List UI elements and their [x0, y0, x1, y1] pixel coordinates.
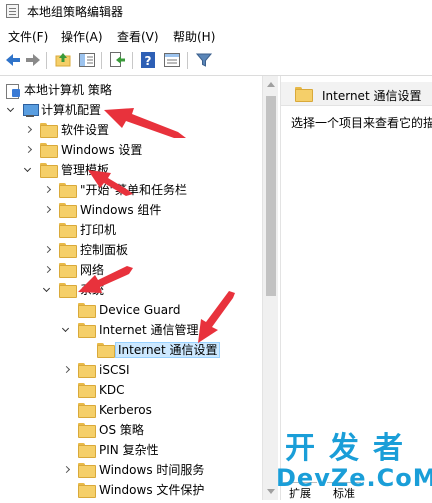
folder-icon — [40, 143, 58, 158]
tree-item-label: 管理模板 — [61, 163, 110, 177]
folder-icon — [59, 243, 77, 258]
title-bar: 本地组策略编辑器 — [0, 0, 432, 22]
tree-item-label: 计算机配置 — [41, 103, 102, 117]
window-title: 本地组策略编辑器 — [27, 5, 124, 19]
tree-item-label: 本地计算机 策略 — [24, 83, 112, 97]
folder-icon — [78, 303, 96, 318]
up-folder-icon[interactable] — [54, 51, 72, 69]
folder-icon — [78, 363, 96, 378]
watermark: 开发者 DevZe.CoM — [276, 431, 432, 494]
folder-icon — [78, 483, 96, 498]
tree-item-label: PIN 复杂性 — [99, 443, 159, 457]
chevron-down-icon[interactable] — [6, 105, 16, 115]
computer-icon — [22, 103, 39, 118]
chevron-right-icon[interactable] — [23, 125, 33, 135]
folder-icon — [40, 163, 58, 178]
folder-icon — [78, 383, 96, 398]
chevron-right-icon[interactable] — [42, 205, 52, 215]
toolbar: ? — [0, 49, 432, 73]
chevron-right-icon[interactable] — [42, 185, 52, 195]
folder-icon — [59, 203, 77, 218]
menu-view[interactable]: 查看(V) — [117, 28, 159, 45]
scroll-up-icon[interactable] — [267, 82, 275, 87]
chevron-right-icon[interactable] — [23, 145, 33, 155]
folder-icon — [78, 423, 96, 438]
forward-arrow-icon[interactable] — [24, 51, 42, 69]
folder-icon — [59, 183, 77, 198]
tree-item-label: Internet 通信管理 — [99, 323, 199, 337]
scroll-down-icon[interactable] — [267, 489, 275, 494]
show-hide-tree-icon[interactable] — [78, 51, 96, 69]
menu-help[interactable]: 帮助(H) — [173, 28, 215, 45]
menu-action[interactable]: 操作(A) — [61, 28, 103, 45]
tree-item-label: Device Guard — [99, 303, 181, 317]
tree-item-label: 软件设置 — [61, 123, 110, 137]
folder-icon — [78, 443, 96, 458]
folder-icon — [97, 343, 115, 358]
tree-item-label: Windows 文件保护 — [99, 483, 205, 497]
folder-icon — [59, 263, 77, 278]
folder-icon — [59, 223, 77, 238]
tree-item-label: 打印机 — [80, 223, 117, 237]
tree-item-label: Windows 设置 — [61, 143, 143, 157]
tree-item-label: Internet 通信设置 — [114, 342, 221, 358]
folder-icon — [78, 463, 96, 478]
chevron-down-icon[interactable] — [23, 165, 33, 175]
tree-item-label: Kerberos — [99, 403, 152, 417]
scroll-thumb[interactable] — [266, 96, 276, 296]
tree-item-label: KDC — [99, 383, 125, 397]
tree-item-label: 控制面板 — [80, 243, 129, 257]
tree-item-label: 系统 — [80, 283, 105, 297]
chevron-right-icon[interactable] — [61, 465, 71, 475]
tree-item-label: "开始"菜单和任务栏 — [80, 183, 188, 197]
menu-bar: 文件(F) 操作(A) 查看(V) 帮助(H) — [0, 26, 432, 46]
details-header: Internet 通信设置 — [281, 82, 432, 106]
console-tree: 本地计算机 策略 计算机配置 软件设置 Windows 设置 管理模板 "开始"… — [0, 76, 262, 500]
tree-item-label: Windows 组件 — [80, 203, 162, 217]
details-description: 选择一个项目来查看它的描 — [291, 116, 432, 130]
watermark-line2: DevZe.CoM — [276, 464, 432, 492]
tree-item-label: 网络 — [80, 263, 105, 277]
watermark-line1: 开发者 — [285, 431, 417, 466]
export-list-icon[interactable] — [108, 51, 126, 69]
filter-icon[interactable] — [195, 51, 213, 69]
chevron-right-icon[interactable] — [42, 245, 52, 255]
folder-icon — [59, 283, 77, 298]
policy-editor-app-icon — [6, 4, 19, 18]
folder-icon — [295, 87, 313, 102]
chevron-down-icon[interactable] — [61, 325, 71, 335]
details-header-title: Internet 通信设置 — [322, 89, 422, 103]
chevron-down-icon[interactable] — [42, 285, 52, 295]
folder-icon — [40, 123, 58, 138]
chevron-right-icon[interactable] — [42, 265, 52, 275]
svg-text:?: ? — [145, 54, 152, 68]
policy-icon — [5, 83, 21, 99]
folder-icon — [78, 323, 96, 338]
tree-item-label: iSCSI — [99, 363, 130, 377]
properties-icon[interactable] — [163, 51, 181, 69]
folder-icon — [78, 403, 96, 418]
tree-item-label: OS 策略 — [99, 423, 144, 437]
chevron-right-icon[interactable] — [61, 365, 71, 375]
tree-item-label: Windows 时间服务 — [99, 463, 205, 477]
help-icon[interactable]: ? — [139, 51, 157, 69]
back-arrow-icon[interactable] — [4, 51, 22, 69]
menu-file[interactable]: 文件(F) — [8, 28, 48, 45]
